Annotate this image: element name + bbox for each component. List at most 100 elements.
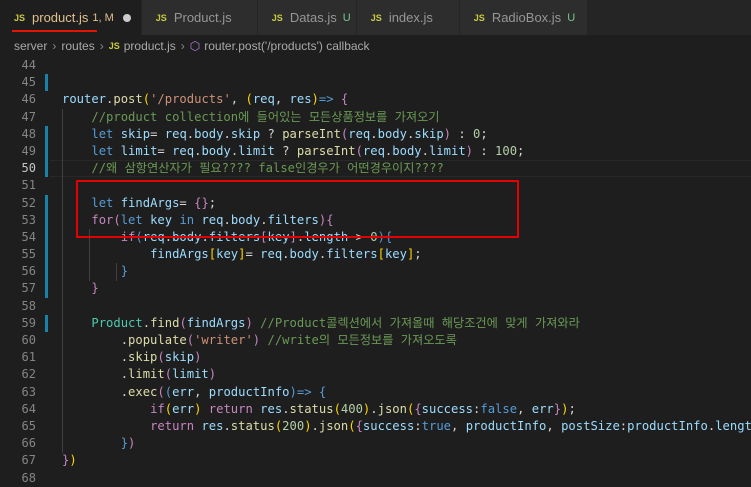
line-number: 49 bbox=[21, 143, 36, 158]
code-token: postSize bbox=[561, 418, 620, 433]
code-token: body bbox=[230, 212, 261, 227]
chevron-right-icon: › bbox=[99, 39, 104, 53]
line-number: 46 bbox=[21, 92, 36, 107]
code-token: req bbox=[142, 229, 165, 244]
tab-label: index.js bbox=[388, 10, 433, 25]
line-number: 52 bbox=[21, 195, 36, 210]
code-line-62: .limit(limit) bbox=[62, 367, 217, 382]
code-editor[interactable]: 44 45 46 47 48 49 50 51 52 53 54 55 56 5… bbox=[0, 57, 751, 485]
code-line-47: //product collection에 들어있는 모든상품정보를 가져오기 bbox=[62, 109, 751, 126]
code-line-55: findArgs[key]= req.body.filters[key]; bbox=[150, 247, 422, 262]
tab-datas-js[interactable]: JS Datas.js U bbox=[257, 0, 357, 35]
code-token: res bbox=[289, 92, 312, 107]
line-number: 65 bbox=[21, 418, 36, 433]
code-line-67: }) bbox=[62, 453, 77, 468]
code-token: length bbox=[304, 229, 349, 244]
code-token: limit bbox=[172, 367, 209, 382]
editor-tab-bar: JS product.js 1, M JS Product.js JS Data… bbox=[0, 0, 751, 35]
tab-radiobox-js[interactable]: JS RadioBox.js U bbox=[459, 0, 588, 35]
code-token: body bbox=[201, 143, 231, 158]
code-token: parseInt bbox=[296, 143, 356, 158]
code-token: if bbox=[150, 401, 165, 416]
line-number: 44 bbox=[21, 58, 36, 72]
tab-problem-badge: 1, M bbox=[92, 11, 114, 24]
code-token: false bbox=[480, 401, 518, 416]
breadcrumb-item-file[interactable]: product.js bbox=[124, 39, 176, 53]
tab-index-js[interactable]: JS index.js bbox=[356, 0, 460, 35]
breadcrumb-item-routes[interactable]: routes bbox=[61, 39, 94, 53]
code-token: req bbox=[172, 143, 195, 158]
tab-label: RadioBox.js bbox=[491, 10, 562, 25]
git-modified-marker[interactable] bbox=[45, 74, 48, 92]
code-token: skip bbox=[120, 126, 151, 141]
code-token: 0 bbox=[370, 229, 378, 244]
code-token: limit bbox=[120, 143, 158, 158]
code-token: body bbox=[194, 126, 224, 141]
breadcrumb: server › routes › JS product.js › ⬡ rout… bbox=[0, 35, 751, 57]
code-token: limit bbox=[128, 367, 165, 382]
code-token: in bbox=[179, 212, 195, 227]
code-token: skip bbox=[128, 350, 158, 365]
code-token: body bbox=[392, 143, 422, 158]
code-line-66: }) bbox=[120, 436, 136, 451]
code-token: let bbox=[91, 195, 114, 210]
code-token: skip bbox=[414, 126, 444, 141]
git-modified-marker[interactable] bbox=[45, 315, 48, 333]
breadcrumb-item-server[interactable]: server bbox=[14, 39, 47, 53]
chevron-right-icon: › bbox=[52, 39, 57, 53]
code-token: Product bbox=[91, 315, 143, 330]
code-token: req bbox=[348, 126, 371, 141]
line-number: 50 bbox=[21, 161, 36, 176]
code-token: err bbox=[172, 384, 195, 399]
code-token: status bbox=[289, 401, 334, 416]
code-line-60: .populate('writer') //write의 모든정보를 가져오도록 bbox=[62, 333, 457, 347]
code-token: if bbox=[120, 229, 136, 244]
javascript-file-icon: JS bbox=[155, 12, 167, 23]
line-number: 45 bbox=[21, 75, 36, 90]
code-token: filters bbox=[267, 212, 319, 227]
line-number: 61 bbox=[21, 350, 36, 365]
code-line-52: let findArgs= {}; bbox=[91, 195, 217, 210]
code-token: req bbox=[362, 143, 385, 158]
code-content[interactable]: router.post('/products', (req, res)=> { … bbox=[62, 57, 751, 487]
code-comment: //왜 삼항연산자가 필요???? false인경우가 어떤경우이지???? bbox=[91, 161, 444, 176]
line-number-gutter: 44 45 46 47 48 49 50 51 52 53 54 55 56 5… bbox=[0, 57, 50, 487]
code-token: productInfo bbox=[465, 418, 547, 433]
code-comment: //product collection에 들어있는 모든상품정보를 가져오기 bbox=[91, 109, 440, 124]
code-line-48: let skip= req.body.skip ? parseInt(req.b… bbox=[91, 126, 488, 141]
javascript-file-icon: JS bbox=[271, 12, 283, 23]
tab-product-js-model[interactable]: JS Product.js bbox=[141, 0, 258, 35]
line-number: 54 bbox=[21, 229, 36, 244]
code-token: length bbox=[715, 418, 751, 433]
tab-product-js-route[interactable]: JS product.js 1, M bbox=[0, 0, 142, 35]
code-line-63: .exec((err, productInfo)=> { bbox=[62, 384, 327, 399]
code-token: filters bbox=[326, 247, 378, 262]
code-token: success bbox=[421, 401, 474, 416]
git-modified-marker[interactable] bbox=[45, 125, 48, 178]
code-token: json bbox=[318, 418, 349, 433]
code-token: 400 bbox=[340, 401, 363, 416]
tab-label: product.js bbox=[32, 10, 89, 25]
line-number: 66 bbox=[21, 436, 36, 451]
code-token: key bbox=[267, 229, 290, 244]
breadcrumb-item-symbol[interactable]: router.post('/products') callback bbox=[204, 39, 369, 53]
code-token: let bbox=[91, 126, 114, 141]
line-number: 51 bbox=[21, 178, 36, 193]
git-modified-marker[interactable] bbox=[45, 194, 48, 298]
chevron-right-icon: › bbox=[180, 39, 185, 53]
line-number: 64 bbox=[21, 401, 36, 416]
code-token: findArgs bbox=[150, 247, 209, 262]
code-token: limit bbox=[428, 143, 466, 158]
line-number: 47 bbox=[21, 109, 36, 124]
code-token: router bbox=[62, 92, 107, 107]
javascript-file-icon: JS bbox=[370, 12, 382, 23]
code-token: res bbox=[201, 418, 224, 433]
code-token: 'writer' bbox=[194, 333, 253, 347]
code-line-64: if(err) return res.status(400).json({suc… bbox=[150, 401, 576, 416]
code-token: for bbox=[91, 212, 114, 227]
line-number: 56 bbox=[21, 264, 36, 279]
code-comment: //Product콜렉션에서 가져올때 해당조건에 맞게 가져와라 bbox=[260, 315, 580, 330]
code-line-54: if(req.body.filters[key].length > 0){ bbox=[120, 229, 393, 244]
unsaved-dot-icon[interactable] bbox=[122, 13, 131, 22]
